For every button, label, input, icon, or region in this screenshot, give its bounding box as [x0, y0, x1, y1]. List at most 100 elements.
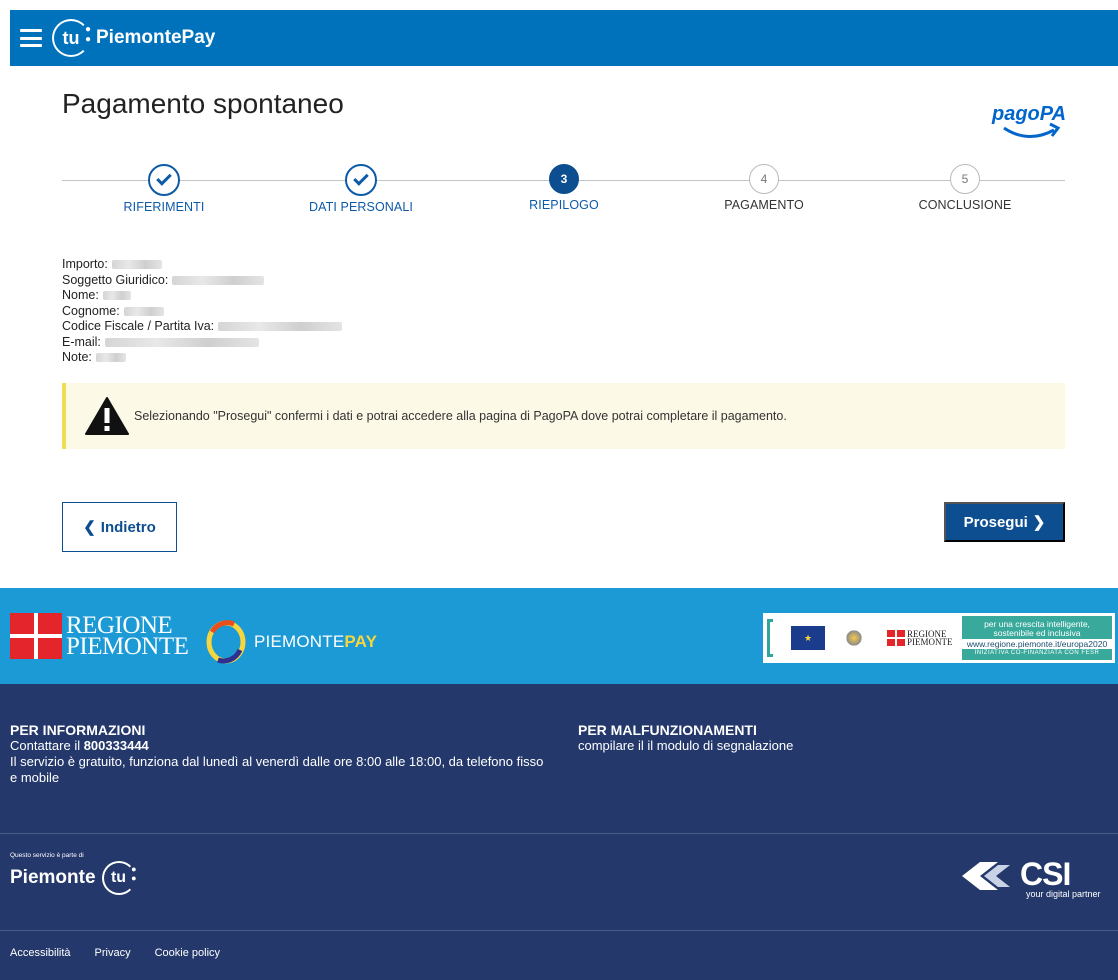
chevron-right-icon: ❯	[1032, 514, 1046, 531]
step-riepilogo: 3 RIEPILOGO	[479, 160, 649, 212]
step-label: DATI PERSONALI	[309, 200, 413, 214]
malf-link[interactable]: compilare il il modulo di segnalazione	[578, 738, 1058, 754]
next-button-label: Prosegui	[963, 513, 1028, 531]
europa2020-line2: sostenibile ed inclusiva	[993, 628, 1081, 638]
tu-dots-icon: ● ●	[84, 24, 92, 45]
malfunction-column: PER MALFUNZIONAMENTI compilare il il mod…	[578, 722, 1058, 754]
info-column: PER INFORMAZIONI Contattare il 800333444…	[10, 722, 550, 786]
piemontepay-footer-text: PIEMONTEPAY	[254, 632, 377, 652]
summary-row-nome: Nome:	[62, 288, 342, 304]
italian-emblem-icon	[845, 629, 863, 647]
codice-label: Codice Fiscale / Partita Iva:	[62, 319, 215, 333]
importo-value-redacted	[111, 260, 162, 270]
csi-tagline: your digital partner	[1026, 889, 1101, 899]
pt-name: Piemonte	[10, 867, 96, 888]
cognome-label: Cognome:	[62, 303, 120, 318]
europa2020-block: per una crescita intelligente, sostenibi…	[962, 616, 1112, 660]
step-label: RIEPILOGO	[529, 198, 599, 212]
regione-line2: PIEMONTE	[66, 633, 189, 660]
info-title: PER INFORMAZIONI	[10, 722, 146, 738]
email-value-redacted	[104, 337, 259, 347]
eu-rp-line2: PIEMONTE	[907, 637, 953, 647]
step-conclusione: 5 CONCLUSIONE	[880, 160, 1050, 212]
footer-links: Accessibilità Privacy Cookie policy	[10, 947, 220, 959]
summary-row-cognome: Cognome:	[62, 304, 342, 320]
brand-name: PiemontePay	[96, 27, 216, 48]
top-header: tu ● ● PiemontePay	[10, 10, 1118, 66]
regione-piemonte-flag-icon	[10, 613, 62, 659]
pt-small-text: Questo servizio è parte di	[10, 852, 84, 859]
pagopa-logo-text: pagoPA	[991, 103, 1066, 125]
tu-logo-icon: tu ● ●	[52, 19, 92, 57]
check-icon	[156, 170, 172, 186]
csi-logo[interactable]: CSI your digital partner	[958, 856, 1101, 899]
summary-row-note: Note:	[62, 350, 342, 366]
hamburger-menu-icon[interactable]	[20, 29, 42, 47]
banner-bracket	[767, 619, 773, 657]
warning-triangle-icon	[84, 396, 130, 436]
warning-text: Selezionando "Prosegui" confermi i dati …	[134, 409, 787, 423]
importo-label: Importo:	[62, 257, 108, 271]
warning-alert: Selezionando "Prosegui" confermi i dati …	[62, 383, 1065, 449]
piemontepay-ring-icon	[206, 620, 246, 664]
pagopa-logo: pagoPA	[990, 92, 1070, 152]
regione-piemonte-logo[interactable]: REGIONE PIEMONTE	[10, 613, 189, 660]
eu-regione-piemonte-logo: REGIONE PIEMONTE	[887, 630, 953, 647]
nome-label: Nome:	[62, 288, 99, 302]
piemontepay-text-a: PIEMONTE	[254, 632, 345, 651]
step-1-circle	[148, 164, 180, 196]
progress-stepper: RIFERIMENTI DATI PERSONALI 3 RIEPILOGO 4…	[62, 160, 1065, 220]
cognome-value-redacted	[123, 306, 164, 316]
piemontepay-footer-logo[interactable]: PIEMONTEPAY	[204, 620, 377, 664]
footer-link-privacy[interactable]: Privacy	[95, 947, 131, 959]
step-label: PAGAMENTO	[724, 198, 804, 212]
check-icon	[353, 170, 369, 186]
step-label: RIFERIMENTI	[123, 200, 205, 214]
tu-logo-text: tu	[62, 27, 80, 48]
info-text: Il servizio è gratuito, funziona dal lun…	[10, 754, 544, 785]
europa2020-line3: INIZIATIVA CO-FINANZIATA CON FESR	[974, 650, 1100, 656]
piemonte-tu-logo[interactable]: Questo servizio è parte di Piemonte tu ●…	[10, 852, 137, 895]
next-button[interactable]: Prosegui ❯	[944, 502, 1065, 542]
footer-link-accessibilita[interactable]: Accessibilità	[10, 947, 71, 959]
piemontepay-text-b: PAY	[344, 632, 378, 651]
step-dati-personali: DATI PERSONALI	[276, 160, 446, 214]
footer-divider	[0, 930, 1118, 931]
step-2-circle	[345, 164, 377, 196]
info-phone[interactable]: 800333444	[84, 738, 149, 753]
step-3-circle: 3	[549, 164, 579, 194]
pt-tu-text: tu	[110, 869, 127, 886]
nome-value-redacted	[102, 291, 131, 301]
note-value-redacted	[95, 353, 126, 363]
step-pagamento: 4 PAGAMENTO	[679, 160, 849, 212]
eu-flag-icon: ★	[791, 626, 825, 650]
step-4-circle: 4	[749, 164, 779, 194]
eu-funding-banner[interactable]: ★ REGIONE PIEMONTE per una crescita inte…	[763, 613, 1115, 663]
europa2020-url: www.regione.piemonte.it/europa2020	[962, 639, 1112, 649]
footer-logos-band: REGIONE PIEMONTE PIEMONTEPAY ★ REGIONE P…	[0, 588, 1118, 684]
malf-title: PER MALFUNZIONAMENTI	[578, 722, 757, 738]
regione-piemonte-text: REGIONE PIEMONTE	[66, 613, 189, 660]
soggetto-label: Soggetto Giuridico:	[62, 272, 169, 287]
csi-mark-icon	[962, 862, 1010, 890]
summary-row-email: E-mail:	[62, 335, 342, 351]
back-button[interactable]: ❮ Indietro	[62, 502, 177, 552]
step-label: CONCLUSIONE	[918, 198, 1012, 212]
piemontepay-brand[interactable]: tu ● ● PiemontePay	[52, 19, 215, 57]
pagopa-logo-icon: pagoPA	[991, 103, 1066, 138]
tu-dots-icon: ● ●	[131, 864, 137, 883]
tu-logo-icon: tu ● ●	[101, 861, 137, 895]
chevron-left-icon: ❮	[83, 519, 96, 536]
email-label: E-mail:	[62, 334, 101, 349]
back-button-label: Indietro	[100, 518, 156, 536]
footer-link-cookie-policy[interactable]: Cookie policy	[155, 947, 220, 959]
footer: PER INFORMAZIONI Contattare il 800333444…	[0, 684, 1118, 980]
info-contact-prefix: Contattare il	[10, 738, 84, 753]
soggetto-value-redacted	[172, 275, 265, 285]
page-title: Pagamento spontaneo	[62, 88, 344, 119]
step-5-circle: 5	[950, 164, 980, 194]
summary-row-soggetto: Soggetto Giuridico:	[62, 273, 342, 289]
csi-name: CSI	[1020, 856, 1071, 892]
footer-divider	[0, 833, 1118, 834]
note-label: Note:	[62, 350, 92, 364]
